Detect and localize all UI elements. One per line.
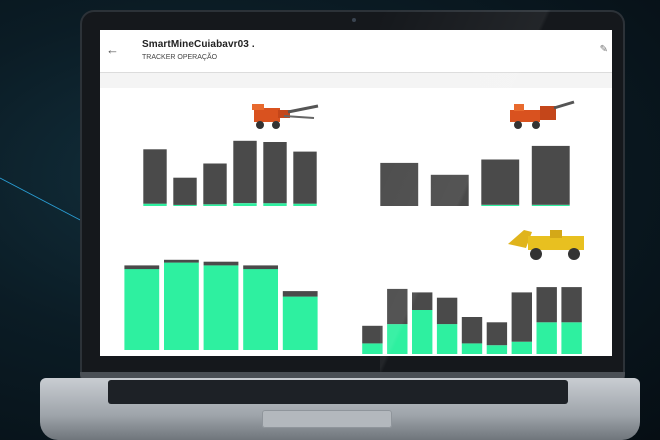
bar-green-5[interactable]: [486, 345, 508, 354]
bar-chart-bottom-left: [124, 259, 318, 350]
bar-green-0[interactable]: [362, 343, 383, 354]
bar-green-5[interactable]: [293, 203, 317, 206]
bar-dark-3[interactable]: [436, 297, 458, 325]
chart-panel-bottom-right: [356, 222, 612, 356]
bar-green-3[interactable]: [531, 204, 570, 206]
bar-green-0[interactable]: [124, 269, 160, 350]
bar-green-3[interactable]: [436, 324, 458, 354]
bar-green-7[interactable]: [536, 322, 557, 354]
report-subtitle: TRACKER OPERAÇÃO: [142, 54, 218, 61]
bar-dark-1[interactable]: [164, 259, 199, 263]
bar-green-8[interactable]: [561, 322, 582, 354]
underground-loader-icon: [508, 230, 584, 260]
bar-dark-8[interactable]: [561, 287, 582, 323]
keyboard: [108, 380, 568, 404]
bar-dark-1[interactable]: [430, 174, 469, 206]
bar-green-3[interactable]: [243, 269, 278, 350]
bar-green-2[interactable]: [203, 204, 227, 206]
bar-green-1[interactable]: [173, 204, 197, 206]
webcam-icon: [352, 18, 356, 22]
bar-green-4[interactable]: [282, 296, 318, 350]
bar-chart-bottom-right: [362, 287, 582, 354]
bar-dark-1[interactable]: [173, 177, 197, 205]
bar-chart-top-left: [143, 140, 317, 206]
bar-green-3[interactable]: [233, 203, 257, 206]
bar-dark-2[interactable]: [203, 163, 227, 205]
bar-dark-5[interactable]: [486, 322, 508, 346]
bar-chart-top-right: [380, 145, 570, 206]
bar-dark-4[interactable]: [461, 317, 483, 344]
bar-green-2[interactable]: [481, 204, 520, 206]
bar-dark-3[interactable]: [243, 265, 278, 270]
bar-green-4[interactable]: [461, 343, 483, 354]
bar-dark-2[interactable]: [412, 292, 433, 310]
pencil-icon[interactable]: ✎: [600, 44, 608, 55]
bar-dark-5[interactable]: [293, 151, 317, 204]
bar-dark-3[interactable]: [531, 145, 570, 205]
bar-dark-0[interactable]: [124, 265, 160, 270]
bar-green-6[interactable]: [511, 341, 532, 354]
chart-panel-top-right: [356, 88, 612, 218]
bar-dark-2[interactable]: [481, 159, 520, 205]
bar-dark-1[interactable]: [387, 288, 408, 325]
bar-green-1[interactable]: [164, 262, 199, 350]
back-button[interactable]: ←: [106, 42, 119, 57]
bolter-rig-icon: [510, 100, 575, 129]
bar-dark-7[interactable]: [536, 287, 557, 323]
dashboard-content: [100, 88, 612, 356]
chart-panel-top-left: [100, 88, 340, 218]
laptop-screen: ← SmartMineCuiabavr03 . TRACKER OPERAÇÃO…: [100, 30, 612, 356]
bar-dark-0[interactable]: [362, 325, 383, 344]
bar-dark-0[interactable]: [380, 162, 419, 206]
bar-dark-4[interactable]: [263, 142, 287, 204]
bar-dark-2[interactable]: [203, 261, 239, 266]
bar-green-4[interactable]: [263, 203, 287, 206]
bar-dark-4[interactable]: [282, 291, 318, 297]
bar-green-2[interactable]: [203, 265, 239, 350]
bar-green-0[interactable]: [143, 203, 167, 206]
report-title: SmartMineCuiabavr03 .: [142, 39, 255, 50]
bar-dark-0[interactable]: [143, 149, 167, 204]
bar-green-1[interactable]: [387, 324, 408, 354]
bar-dark-6[interactable]: [511, 292, 532, 342]
bar-dark-3[interactable]: [233, 140, 257, 204]
jumbo-drill-rig-icon: [252, 104, 319, 129]
chart-panel-bottom-left: [100, 222, 340, 356]
bar-green-2[interactable]: [412, 310, 433, 354]
trackpad: [262, 410, 392, 428]
app-header: ← SmartMineCuiabavr03 . TRACKER OPERAÇÃO…: [100, 30, 612, 73]
